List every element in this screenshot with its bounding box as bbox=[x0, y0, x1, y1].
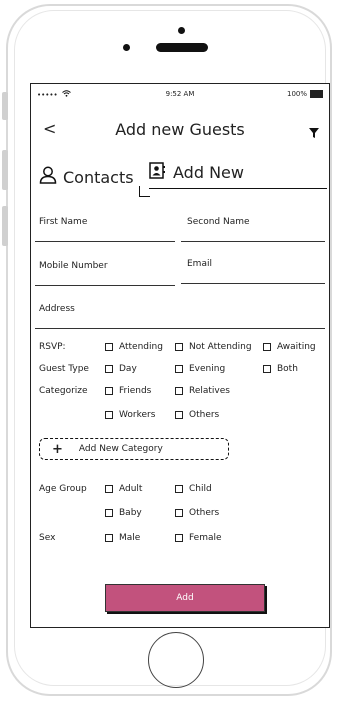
front-camera bbox=[178, 27, 185, 34]
guest-type-day-checkbox[interactable]: Day bbox=[105, 364, 137, 374]
guest-type-label: Guest Type bbox=[39, 364, 89, 374]
battery-status: 100% bbox=[287, 90, 323, 98]
checkbox-box bbox=[175, 365, 183, 373]
add-category-label: Add New Category bbox=[78, 444, 163, 454]
clock: 9:52 AM bbox=[165, 90, 195, 98]
sex-label: Sex bbox=[39, 533, 56, 543]
option-label: Adult bbox=[119, 484, 143, 494]
checkbox-box bbox=[175, 485, 183, 493]
option-label: Child bbox=[189, 484, 212, 494]
tab-add-new[interactable]: Add New bbox=[149, 162, 244, 183]
add-guest-button[interactable]: Add bbox=[105, 584, 265, 612]
tab-bar: Contacts Add New bbox=[31, 158, 329, 198]
category-friends-checkbox[interactable]: Friends bbox=[105, 386, 151, 396]
volume-up-button bbox=[2, 150, 8, 190]
category-relatives-checkbox[interactable]: Relatives bbox=[175, 386, 230, 396]
battery-percent: 100% bbox=[286, 90, 307, 98]
app-screen: ••••• 9:52 AM 100% < Add new Guests Cont… bbox=[30, 83, 330, 628]
rsvp-label: RSVP: bbox=[39, 342, 66, 352]
page-title: Add new Guests bbox=[115, 120, 245, 139]
option-label: Friends bbox=[119, 386, 152, 396]
category-others-checkbox[interactable]: Others bbox=[175, 410, 219, 420]
second-name-underline bbox=[181, 241, 325, 242]
option-label: Both bbox=[277, 364, 298, 374]
active-tab-indicator bbox=[149, 188, 327, 189]
email-field[interactable]: Email bbox=[187, 259, 212, 269]
categorize-label: Categorize bbox=[39, 386, 88, 396]
option-label: Baby bbox=[119, 508, 142, 518]
home-button[interactable] bbox=[148, 632, 204, 688]
age-baby-checkbox[interactable]: Baby bbox=[105, 508, 142, 518]
filter-icon[interactable] bbox=[309, 123, 319, 142]
sex-male-checkbox[interactable]: Male bbox=[105, 533, 140, 543]
guest-type-evening-checkbox[interactable]: Evening bbox=[175, 364, 225, 374]
address-field[interactable]: Address bbox=[39, 304, 75, 314]
checkbox-box bbox=[105, 485, 113, 493]
battery-icon bbox=[310, 90, 323, 98]
checkbox-box bbox=[105, 411, 113, 419]
tab-add-new-label: Add New bbox=[173, 163, 244, 182]
option-label: Day bbox=[119, 364, 137, 374]
volume-down-button bbox=[2, 206, 8, 246]
address-underline bbox=[35, 328, 325, 329]
person-icon bbox=[39, 166, 57, 188]
option-label: Female bbox=[189, 533, 222, 543]
earpiece-speaker bbox=[156, 43, 208, 52]
checkbox-box bbox=[105, 387, 113, 395]
checkbox-box bbox=[105, 343, 113, 351]
guest-type-both-checkbox[interactable]: Both bbox=[263, 364, 298, 374]
option-label: Evening bbox=[189, 364, 226, 374]
app-header: < Add new Guests bbox=[31, 114, 329, 144]
second-name-field[interactable]: Second Name bbox=[187, 217, 250, 227]
rsvp-not-attending-checkbox[interactable]: Not Attending bbox=[175, 342, 252, 352]
age-group-label: Age Group bbox=[39, 484, 87, 494]
add-category-button[interactable]: + Add New Category bbox=[39, 438, 229, 460]
checkbox-box bbox=[105, 534, 113, 542]
mobile-underline bbox=[35, 285, 175, 286]
checkbox-box bbox=[263, 343, 271, 351]
option-label: Attending bbox=[119, 342, 163, 352]
checkbox-box bbox=[175, 509, 183, 517]
option-label: Workers bbox=[119, 410, 156, 420]
sensor-dot bbox=[123, 44, 130, 51]
option-label: Not Attending bbox=[189, 342, 252, 352]
first-name-underline bbox=[35, 241, 175, 242]
checkbox-box bbox=[105, 365, 113, 373]
age-others-checkbox[interactable]: Others bbox=[175, 508, 219, 518]
checkbox-box bbox=[263, 365, 271, 373]
mute-switch bbox=[2, 92, 8, 120]
checkbox-box bbox=[175, 343, 183, 351]
option-label: Male bbox=[119, 533, 141, 543]
checkbox-box bbox=[175, 387, 183, 395]
status-bar: ••••• 9:52 AM 100% bbox=[31, 84, 329, 106]
option-label: Others bbox=[189, 508, 220, 518]
rsvp-attending-checkbox[interactable]: Attending bbox=[105, 342, 163, 352]
age-adult-checkbox[interactable]: Adult bbox=[105, 484, 142, 494]
plus-icon: + bbox=[52, 441, 63, 457]
email-underline bbox=[181, 283, 325, 284]
checkbox-box bbox=[175, 534, 183, 542]
tab-contacts-label: Contacts bbox=[63, 167, 134, 187]
contact-card-icon bbox=[149, 162, 165, 183]
sex-female-checkbox[interactable]: Female bbox=[175, 533, 222, 543]
tab-contacts[interactable]: Contacts bbox=[39, 166, 134, 188]
checkbox-box bbox=[175, 411, 183, 419]
first-name-field[interactable]: First Name bbox=[39, 217, 87, 227]
checkbox-box bbox=[105, 509, 113, 517]
option-label: Others bbox=[189, 410, 220, 420]
age-child-checkbox[interactable]: Child bbox=[175, 484, 212, 494]
rsvp-awaiting-checkbox[interactable]: Awaiting bbox=[263, 342, 316, 352]
option-label: Relatives bbox=[189, 386, 230, 396]
category-workers-checkbox[interactable]: Workers bbox=[105, 410, 155, 420]
option-label: Awaiting bbox=[277, 342, 316, 352]
mobile-number-field[interactable]: Mobile Number bbox=[39, 261, 108, 271]
